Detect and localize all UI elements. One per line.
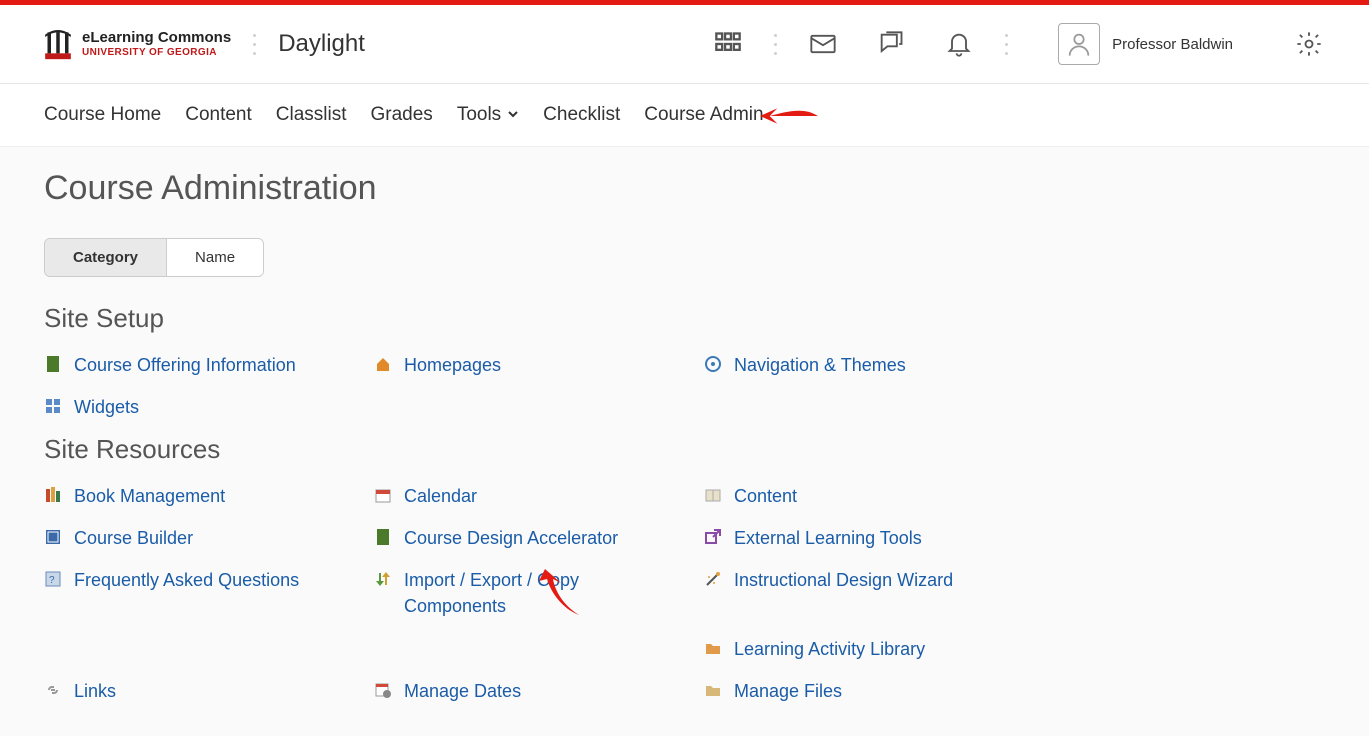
logo-text: eLearning Commons UNIVERSITY OF GEORGIA [82, 30, 231, 58]
section-site-resources: Site Resources [44, 434, 1325, 465]
external-purple-icon [704, 528, 722, 546]
calendar-red-icon [374, 486, 392, 504]
mail-icon[interactable] [807, 28, 839, 60]
link-manage-files[interactable]: Manage Files [704, 678, 1034, 704]
calendar-gear-icon [374, 681, 392, 699]
link-frequently-asked-questions[interactable]: ? Frequently Asked Questions [44, 567, 374, 619]
blueprint-icon [44, 528, 62, 546]
uga-logo-block[interactable]: eLearning Commons UNIVERSITY OF GEORGIA [44, 27, 231, 61]
chevron-down-icon [507, 107, 519, 123]
page-title: Course Administration [44, 169, 1325, 208]
folder-orange-icon [704, 639, 722, 657]
nav-content[interactable]: Content [185, 104, 252, 126]
view-toggle: Category Name [44, 238, 264, 277]
top-header: eLearning Commons UNIVERSITY OF GEORGIA … [0, 5, 1369, 84]
link-external-learning-tools[interactable]: External Learning Tools [704, 525, 1034, 551]
link-course-offering-info[interactable]: Course Offering Information [44, 352, 374, 378]
divider-dots [774, 34, 777, 55]
link-content[interactable]: Content [704, 483, 1034, 509]
empty-cell [44, 636, 374, 662]
link-widgets[interactable]: Widgets [44, 394, 374, 420]
nav-grades[interactable]: Grades [371, 104, 433, 126]
toggle-name[interactable]: Name [166, 239, 263, 276]
empty-cell [374, 636, 704, 662]
user-name: Professor Baldwin [1112, 36, 1233, 53]
course-nav: Course Home Content Classlist Grades Too… [0, 84, 1369, 147]
folder-tan-icon [704, 681, 722, 699]
toggle-category[interactable]: Category [45, 239, 166, 276]
books-stack-icon [44, 486, 62, 504]
apps-grid-icon[interactable] [712, 28, 744, 60]
link-learning-activity-library[interactable]: Learning Activity Library [704, 636, 1034, 662]
book-green-icon [374, 528, 392, 546]
link-course-builder[interactable]: Course Builder [44, 525, 374, 551]
annotation-arrow-course-admin [760, 102, 818, 135]
link-instructional-design-wizard[interactable]: Instructional Design Wizard [704, 567, 1034, 619]
link-import-export-copy[interactable]: Import / Export / Copy Components [374, 567, 624, 619]
svg-text:?: ? [49, 575, 55, 586]
link-book-management[interactable]: Book Management [44, 483, 374, 509]
nav-classlist[interactable]: Classlist [276, 104, 347, 126]
book-open-icon [704, 486, 722, 504]
link-calendar[interactable]: Calendar [374, 483, 704, 509]
bell-icon[interactable] [943, 28, 975, 60]
compass-blue-icon [704, 355, 722, 373]
link-gray-icon [44, 681, 62, 699]
chat-icon[interactable] [875, 28, 907, 60]
divider-dots [1005, 34, 1008, 55]
gear-icon[interactable] [1293, 28, 1325, 60]
link-links[interactable]: Links [44, 678, 374, 704]
wand-icon [704, 570, 722, 588]
book-green-icon [44, 355, 62, 373]
link-homepages[interactable]: Homepages [374, 352, 704, 378]
logo-line2: UNIVERSITY OF GEORGIA [82, 47, 231, 58]
link-course-design-accelerator[interactable]: Course Design Accelerator [374, 525, 704, 551]
section-site-setup: Site Setup [44, 303, 1325, 334]
uga-arch-icon [44, 27, 72, 61]
user-menu[interactable]: Professor Baldwin [1058, 23, 1233, 65]
course-name[interactable]: Daylight [278, 30, 365, 58]
main-content: Course Administration Category Name Site… [0, 147, 1369, 736]
nav-course-admin[interactable]: Course Admin [644, 104, 763, 126]
divider-dots [253, 34, 256, 55]
header-icons: Professor Baldwin [712, 23, 1325, 65]
logo-line1: eLearning Commons [82, 30, 231, 47]
arrows-green-icon [374, 570, 392, 588]
nav-tools[interactable]: Tools [457, 104, 519, 126]
home-orange-icon [374, 355, 392, 373]
nav-checklist[interactable]: Checklist [543, 104, 620, 126]
faq-blue-icon: ? [44, 570, 62, 588]
site-resources-grid: Book Management Calendar Content Course … [44, 483, 1325, 704]
nav-course-home[interactable]: Course Home [44, 104, 161, 126]
link-navigation-themes[interactable]: Navigation & Themes [704, 352, 1034, 378]
grid-blue-icon [44, 397, 62, 415]
site-setup-grid: Course Offering Information Homepages Na… [44, 352, 1325, 420]
link-manage-dates[interactable]: Manage Dates [374, 678, 704, 704]
avatar [1058, 23, 1100, 65]
nav-tools-label: Tools [457, 104, 501, 126]
